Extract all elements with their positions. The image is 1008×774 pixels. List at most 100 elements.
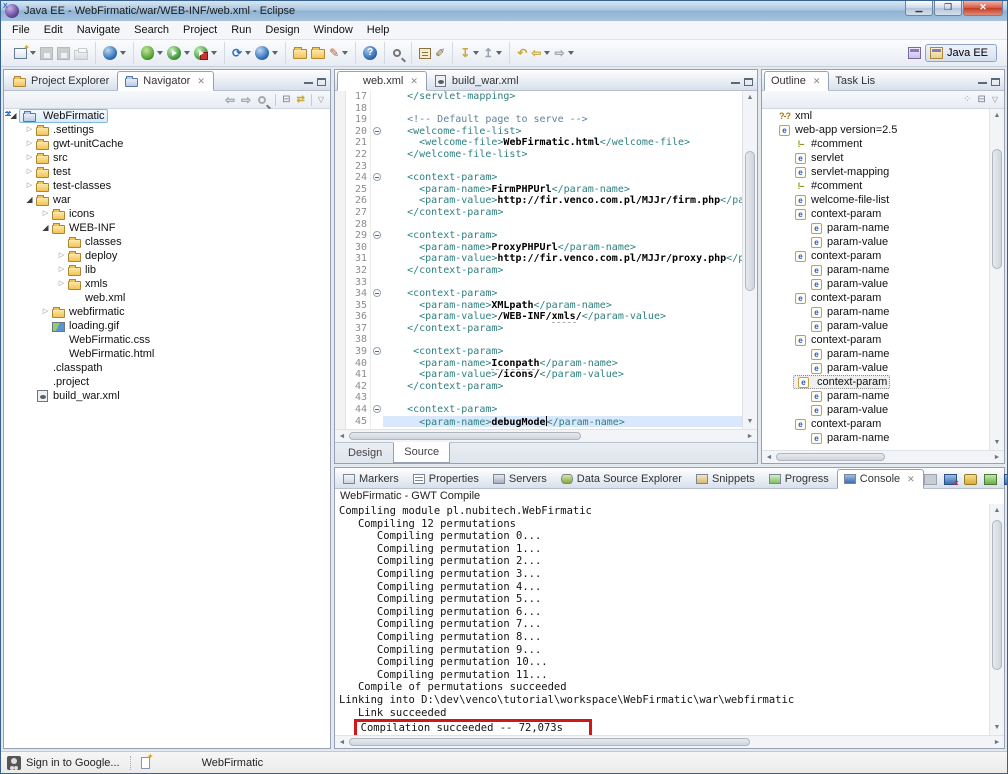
open-type-button[interactable]	[417, 46, 433, 61]
outline-horizontal-scrollbar[interactable]: ◄ ►	[762, 450, 1004, 463]
console-tab-servers[interactable]: Servers	[487, 470, 555, 488]
scroll-lock-icon[interactable]	[964, 474, 977, 485]
tree-item[interactable]: web.xml	[4, 291, 330, 305]
outline-tab-task-lis[interactable]: Task Lis	[829, 72, 883, 90]
scrollbar-thumb[interactable]	[349, 738, 750, 746]
expand-icon[interactable]: ▷	[24, 167, 35, 177]
console-tab-properties[interactable]: Properties	[407, 470, 487, 488]
console-output[interactable]: Compiling module pl.nubitech.WebFirmatic…	[335, 504, 989, 735]
code-line[interactable]: </context-param>	[383, 323, 742, 335]
outline-vertical-scrollbar[interactable]: ▲ ▼	[989, 109, 1004, 450]
scrollbar-thumb[interactable]	[776, 453, 885, 461]
minimize-button[interactable]: ▁	[905, 1, 933, 16]
code-line[interactable]	[383, 392, 742, 404]
tree-item[interactable]: econtext-param	[762, 207, 989, 221]
tree-item[interactable]: ▷webfirmatic	[4, 305, 330, 319]
code-line[interactable]: <param-name>Iconpath</param-name>	[383, 358, 742, 370]
expand-icon[interactable]: ▷	[24, 181, 35, 191]
editor-code[interactable]: </servlet-mapping> <!-- Default page to …	[383, 91, 742, 429]
tree-item[interactable]: .project	[4, 375, 330, 389]
close-tab-icon[interactable]: ✕	[197, 76, 205, 87]
dropdown-icon[interactable]	[568, 51, 574, 55]
tree-item[interactable]: eparam-name	[762, 347, 989, 361]
tree-item[interactable]: classes	[4, 235, 330, 249]
code-line[interactable]: <!-- Default page to serve -->	[383, 114, 742, 126]
previous-annotation-button[interactable]: ↥	[481, 45, 504, 61]
tree-item[interactable]: ◢war	[4, 193, 330, 207]
expand-icon[interactable]: ▷	[40, 307, 51, 317]
collapse-fold-icon[interactable]	[373, 405, 381, 413]
outline-tab-outline[interactable]: Outline✕	[764, 71, 829, 91]
minimize-view-icon[interactable]	[304, 81, 313, 84]
collapse-icon[interactable]: ◢	[40, 223, 51, 233]
explorer-tab-navigator[interactable]: Navigator✕	[117, 71, 214, 91]
tree-item[interactable]: econtext-param	[762, 417, 989, 431]
collapse-all-icon[interactable]: ⊟	[282, 94, 290, 105]
pin-console-icon[interactable]	[984, 474, 997, 485]
fold-marker[interactable]	[371, 404, 383, 416]
minimize-view-icon[interactable]	[978, 81, 987, 84]
code-line[interactable]	[383, 277, 742, 289]
expand-icon[interactable]: ▷	[56, 251, 67, 261]
code-line[interactable]: <param-value>http://fir.venco.com.pl/MJJ…	[383, 195, 742, 207]
dropdown-icon[interactable]	[544, 51, 550, 55]
tree-item[interactable]: econtext-param	[762, 375, 989, 389]
dropdown-icon[interactable]	[184, 51, 190, 55]
minimize-view-icon[interactable]	[731, 81, 740, 84]
tree-item[interactable]: econtext-param	[762, 291, 989, 305]
close-button[interactable]: ✕	[963, 1, 1003, 16]
menu-design[interactable]: Design	[258, 22, 306, 38]
scrollbar-thumb[interactable]	[992, 520, 1002, 670]
code-line[interactable]	[383, 219, 742, 231]
tree-item[interactable]: !--#comment	[762, 179, 989, 193]
collapse-fold-icon[interactable]	[373, 231, 381, 239]
tree-item[interactable]: eservlet-mapping	[762, 165, 989, 179]
code-line[interactable]: <context-param>	[383, 404, 742, 416]
restore-button[interactable]: ❐	[934, 1, 962, 16]
code-line[interactable]: </welcome-file-list>	[383, 149, 742, 161]
tree-item[interactable]: eparam-value	[762, 361, 989, 375]
explorer-tab-project-explorer[interactable]: Project Explorer	[6, 72, 117, 90]
expand-icon[interactable]: ▷	[56, 279, 67, 289]
view-menu-icon[interactable]: ▽	[992, 95, 998, 104]
tree-item[interactable]: ◢WEB-INF	[4, 221, 330, 235]
tree-item[interactable]: ▷test	[4, 165, 330, 179]
terminate-icon[interactable]	[924, 474, 937, 485]
menu-project[interactable]: Project	[176, 22, 224, 38]
dropdown-icon[interactable]	[157, 51, 163, 55]
code-line[interactable]: <param-name>ProxyPHPUrl</param-name>	[383, 242, 742, 254]
tree-item[interactable]: eparam-name	[762, 431, 989, 445]
tree-item[interactable]: eweb-app version=2.5	[762, 123, 989, 137]
save-button[interactable]	[38, 45, 55, 62]
code-line[interactable]: </context-param>	[383, 381, 742, 393]
sync-button[interactable]: ⟳	[230, 44, 253, 62]
help-button[interactable]: ?	[361, 44, 379, 62]
forward-button[interactable]: ⇨	[552, 45, 575, 61]
folder-button[interactable]	[309, 45, 327, 61]
print-button[interactable]	[72, 45, 90, 62]
sign-in-google-button[interactable]: Sign in to Google...	[26, 757, 120, 769]
new-wizard-button[interactable]	[12, 46, 38, 61]
fold-marker[interactable]	[371, 346, 383, 358]
scroll-up-icon[interactable]: ▲	[743, 91, 757, 105]
code-line[interactable]	[383, 334, 742, 346]
tree-item[interactable]: ▷src	[4, 151, 330, 165]
mark-occurrences-button[interactable]: ✐	[433, 44, 447, 62]
display-console-button[interactable]	[1004, 474, 1008, 485]
scroll-right-icon[interactable]: ►	[990, 739, 1004, 746]
fold-marker[interactable]	[371, 230, 383, 242]
dropdown-icon[interactable]	[342, 51, 348, 55]
tree-item[interactable]: ▷icons	[4, 207, 330, 221]
code-line[interactable]: <param-value>http://fir.venco.com.pl/MJJ…	[383, 253, 742, 265]
scroll-left-icon[interactable]: ◄	[335, 433, 349, 440]
menu-navigate[interactable]: Navigate	[70, 22, 127, 38]
fold-marker[interactable]	[371, 172, 383, 184]
scroll-left-icon[interactable]: ◄	[335, 739, 349, 746]
code-line[interactable]: <context-param>	[383, 230, 742, 242]
tree-item[interactable]: eparam-value	[762, 403, 989, 417]
tree-item[interactable]: ▷deploy	[4, 249, 330, 263]
back-icon[interactable]: ⇦	[225, 94, 235, 106]
menu-help[interactable]: Help	[360, 22, 397, 38]
dropdown-icon[interactable]	[120, 51, 126, 55]
code-line[interactable]	[383, 103, 742, 115]
